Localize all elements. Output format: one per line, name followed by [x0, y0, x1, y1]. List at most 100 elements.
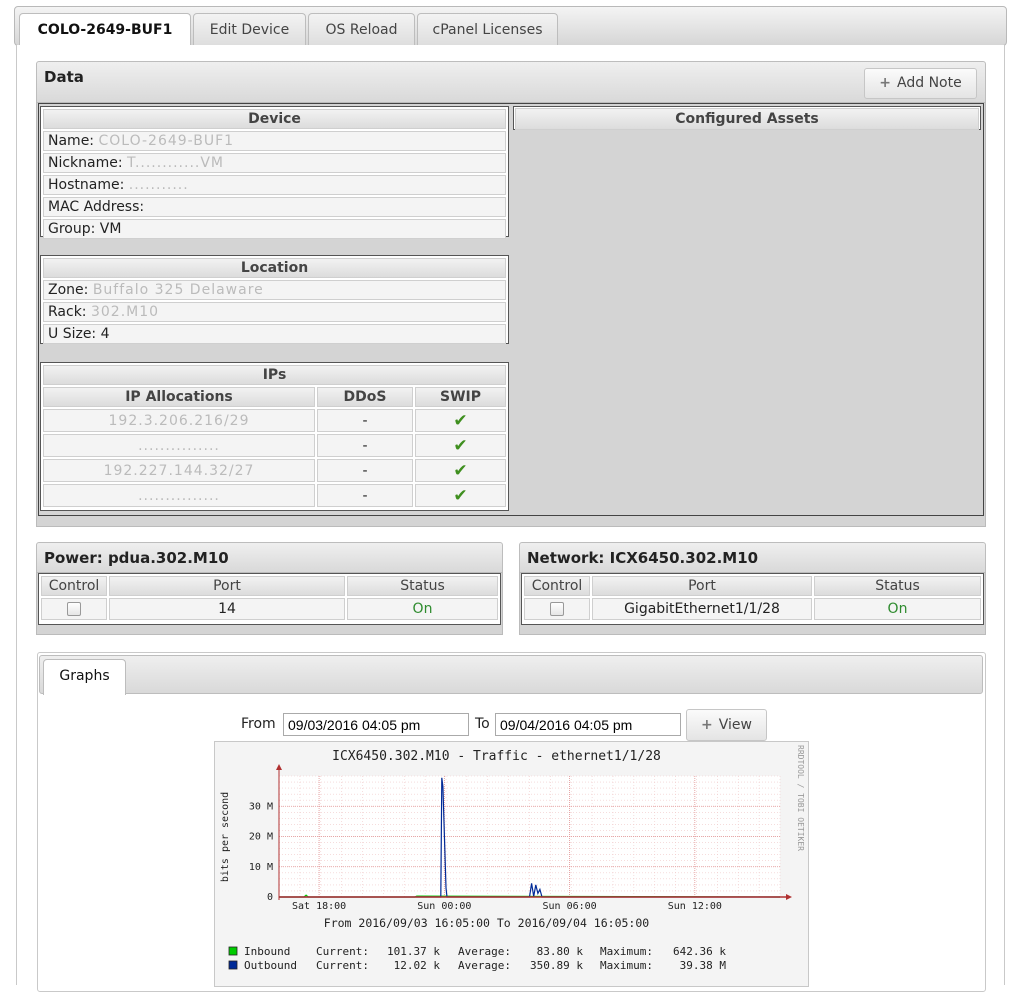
plus-icon: + — [879, 75, 892, 91]
ip-ddos: - — [317, 434, 413, 457]
ip-row: ............... - ✔ — [43, 484, 506, 507]
x-tick-label: Sun 06:00 — [542, 901, 596, 912]
field-label: Hostname: — [48, 177, 125, 193]
legend-average-label: Average: — [458, 959, 511, 972]
network-table-box: Control Port Status GigabitEthernet1/1/2… — [521, 573, 984, 625]
field-label: Rack: — [48, 304, 87, 320]
configured-assets-section: Configured Assets — [513, 106, 981, 130]
swip-check-icon: ✔ — [415, 459, 506, 482]
device-name-row: Name: COLO-2649-BUF1 — [43, 131, 506, 151]
graphs-tab-bar — [39, 655, 983, 694]
power-header-status: Status — [347, 576, 498, 596]
to-label: To — [475, 716, 490, 732]
ip-allocation: 192.3.206.216/29 — [43, 409, 315, 432]
field-label: MAC Address: — [48, 199, 145, 215]
ips-header-allocations: IP Allocations — [43, 387, 315, 407]
legend-average-label: Average: — [458, 945, 511, 958]
field-label: U Size: — [48, 326, 97, 342]
from-date-input[interactable] — [283, 713, 469, 736]
location-zone-row: Zone: Buffalo 325 Delaware — [43, 280, 506, 300]
swip-check-icon: ✔ — [415, 434, 506, 457]
ip-allocation: ............... — [43, 434, 315, 457]
power-control-cell — [41, 598, 107, 620]
device-mac-row: MAC Address: — [43, 197, 506, 217]
legend-current-value: 101.37 k — [387, 945, 440, 958]
tab-label: cPanel Licenses — [432, 22, 543, 38]
swip-check-icon: ✔ — [415, 484, 506, 507]
legend-current-label: Current: — [316, 959, 369, 972]
device-name-value: COLO-2649-BUF1 — [98, 133, 235, 149]
device-group-row: Group: VM — [43, 219, 506, 239]
from-label: From — [241, 716, 276, 732]
tab-bar: COLO-2649-BUF1 Edit Device OS Reload cPa… — [14, 6, 1007, 49]
tab-edit-device[interactable]: Edit Device — [193, 13, 306, 48]
field-label: Zone: — [48, 282, 89, 298]
location-section: Location Zone: Buffalo 325 Delaware Rack… — [40, 255, 509, 344]
ip-ddos: - — [317, 409, 413, 432]
location-rack-value: 302.M10 — [90, 304, 160, 320]
y-tick-label: 30 M — [249, 801, 273, 812]
network-header-control: Control — [524, 576, 590, 596]
network-control-cell — [524, 598, 590, 620]
legend-current-label: Current: — [316, 945, 369, 958]
power-panel-title: Power: pdua.302.M10 — [44, 549, 229, 567]
power-port: 14 — [109, 598, 345, 620]
location-usize-row: U Size: 4 — [43, 324, 506, 344]
network-control-checkbox[interactable] — [550, 602, 564, 616]
power-table-box: Control Port Status 14 On — [38, 573, 501, 625]
tab-label: Edit Device — [209, 22, 290, 38]
legend-maximum-value: 642.36 k — [673, 945, 726, 958]
power-header-port: Port — [109, 576, 345, 596]
legend-swatch-outbound — [228, 960, 238, 970]
legend-swatch-inbound — [228, 946, 238, 956]
location-usize-value: 4 — [100, 326, 110, 342]
tab-device-summary[interactable]: COLO-2649-BUF1 — [19, 13, 191, 49]
tab-label: OS Reload — [325, 22, 398, 38]
legend-current-value: 12.02 k — [394, 959, 441, 972]
tab-graphs[interactable]: Graphs — [43, 659, 126, 695]
chart-watermark: RRDTOOL / TOBI OETIKER — [796, 745, 805, 851]
x-tick-label: Sun 12:00 — [668, 901, 722, 912]
ip-row: 192.227.144.32/27 - ✔ — [43, 459, 506, 482]
device-hostname-row: Hostname: ........... — [43, 175, 506, 195]
device-nickname-value: T............VM — [127, 155, 224, 171]
network-status: On — [814, 598, 981, 620]
y-tick-label: 0 — [267, 892, 273, 903]
add-note-button[interactable]: + Add Note — [864, 68, 977, 99]
x-tick-label: Sun 00:00 — [417, 901, 471, 912]
x-tick-label: Sat 18:00 — [292, 901, 346, 912]
y-tick-label: 20 M — [249, 832, 273, 843]
ip-allocation: ............... — [43, 484, 315, 507]
y-axis-label: bits per second — [220, 792, 231, 882]
network-panel-title: Network: ICX6450.302.M10 — [527, 549, 759, 567]
view-button[interactable]: + View — [686, 709, 767, 741]
tab-os-reload[interactable]: OS Reload — [308, 13, 415, 48]
tab-label: COLO-2649-BUF1 — [37, 22, 173, 38]
chart-title: ICX6450.302.M10 - Traffic - ethernet1/1/… — [332, 749, 661, 764]
view-label: View — [718, 717, 752, 733]
ips-header-ddos: DDoS — [317, 387, 413, 407]
power-status: On — [347, 598, 498, 620]
data-panel-title: Data — [44, 68, 84, 86]
tab-cpanel-licenses[interactable]: cPanel Licenses — [417, 13, 558, 48]
legend-maximum-value: 39.38 M — [680, 959, 727, 972]
power-control-checkbox[interactable] — [67, 602, 81, 616]
legend-label: Inbound — [244, 945, 290, 958]
field-label: Group: — [48, 221, 96, 237]
traffic-chart: Sat 18:00 Sun 00:00 Sun 06:00 Sun 12:00 0 10 … — [214, 741, 809, 987]
location-rack-row: Rack: 302.M10 — [43, 302, 506, 322]
configured-assets-title: Configured Assets — [515, 108, 979, 130]
location-section-title: Location — [43, 258, 506, 278]
swip-check-icon: ✔ — [415, 409, 506, 432]
to-date-input[interactable] — [495, 713, 681, 736]
device-section: Device Name: COLO-2649-BUF1 Nickname: T.… — [40, 106, 509, 239]
add-note-label: Add Note — [897, 75, 962, 91]
legend-label: Outbound — [244, 959, 297, 972]
ip-allocation: 192.227.144.32/27 — [43, 459, 315, 482]
legend-maximum-label: Maximum: — [600, 959, 653, 972]
data-panel-header: Data — [36, 61, 986, 103]
field-label: Name: — [48, 133, 95, 149]
tab-label: Graphs — [59, 668, 110, 684]
power-panel-body: Control Port Status 14 On — [36, 572, 503, 635]
y-tick-label: 10 M — [249, 862, 273, 873]
